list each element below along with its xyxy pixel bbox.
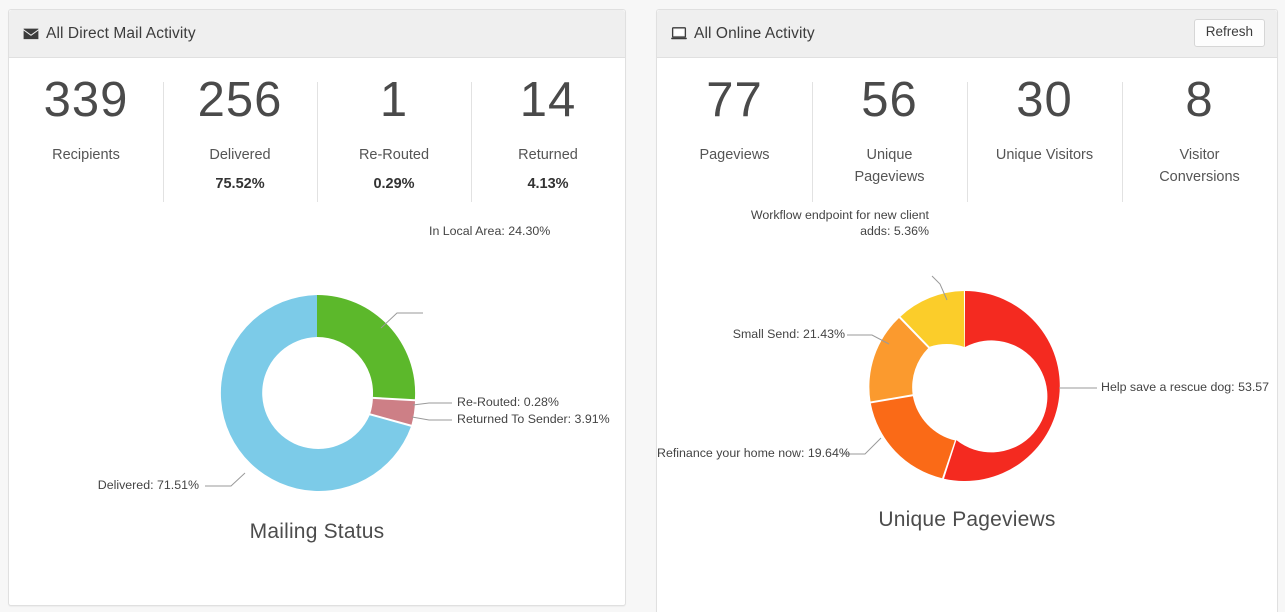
stat-recipients-value: 339 — [43, 73, 129, 127]
desktop-icon — [671, 27, 687, 40]
stat-delivered-value: 256 — [197, 73, 283, 127]
stat-unique-visitors-value: 30 — [1016, 73, 1073, 127]
stat-unique-pageviews-label: Unique Pageviews — [854, 147, 925, 186]
stat-visitor-conversions: 8 Visitor Conversions — [1122, 76, 1277, 208]
direct-mail-activity-panel: All Direct Mail Activity 339 Recipients … — [8, 9, 626, 606]
stat-pageviews-value: 77 — [706, 73, 763, 127]
stat-re-routed-value: 1 — [379, 73, 409, 127]
online-activity-panel: All Online Activity Refresh 77 Pageviews… — [656, 9, 1278, 612]
dashboard-root: All Direct Mail Activity 339 Recipients … — [0, 0, 1285, 612]
stat-returned-percent: 4.13% — [527, 176, 569, 193]
label-refinance-your-home-now: Refinance your home now: 19.64% — [657, 446, 850, 460]
stat-returned-label: Returned — [518, 147, 578, 163]
stat-recipients-label: Recipients — [52, 147, 120, 163]
stat-re-routed-percent: 0.29% — [373, 176, 415, 193]
stat-unique-visitors-label: Unique Visitors — [995, 147, 1094, 163]
stat-unique-visitors: 30 Unique Visitors — [967, 76, 1122, 208]
direct-mail-panel-title: All Direct Mail Activity — [23, 25, 196, 43]
unique-pageviews-chart-title: Unique Pageviews — [878, 508, 1056, 531]
stat-delivered: 256 Delivered 75.52% — [163, 76, 317, 208]
label-returned-to-sender: Returned To Sender: 3.91% — [457, 412, 610, 426]
stat-pageviews-label: Pageviews — [699, 147, 770, 163]
stat-re-routed: 1 Re-Routed 0.29% — [317, 76, 471, 208]
direct-mail-panel-title-text: All Direct Mail Activity — [46, 24, 196, 42]
stat-unique-pageviews-value: 56 — [861, 73, 918, 127]
label-delivered: Delivered: 71.51% — [97, 478, 199, 492]
label-workflow-endpoint: Workflow endpoint for new client adds: 5… — [750, 208, 929, 238]
stat-visitor-conversions-value: 8 — [1185, 73, 1214, 127]
slice-refinance-your-home-now[interactable] — [870, 396, 955, 479]
online-activity-stats-row: 77 Pageviews 56 Unique Pageviews 30 Uniqu… — [657, 58, 1277, 208]
mailing-status-donut[interactable] — [9, 208, 625, 563]
stat-re-routed-label: Re-Routed — [358, 147, 430, 163]
label-re-routed: Re-Routed: 0.28% — [457, 395, 559, 409]
stat-returned: 14 Returned 4.13% — [471, 76, 625, 208]
slice-in-local-area[interactable] — [317, 294, 416, 400]
direct-mail-panel-header: All Direct Mail Activity — [9, 10, 625, 58]
direct-mail-stats-row: 339 Recipients 256 Delivered 75.52% 1 Re… — [9, 58, 625, 208]
label-help-save-a-rescue-dog: Help save a rescue dog: 53.57 — [1101, 380, 1270, 394]
stat-visitor-conversions-label: Visitor Conversions — [1159, 147, 1240, 186]
stat-pageviews: 77 Pageviews — [657, 76, 812, 208]
stat-delivered-percent: 75.52% — [215, 176, 265, 193]
online-activity-panel-title: All Online Activity — [671, 25, 815, 43]
refresh-button[interactable]: Refresh — [1193, 19, 1265, 47]
envelope-icon — [23, 28, 39, 40]
online-activity-panel-header: All Online Activity Refresh — [657, 10, 1277, 58]
online-activity-panel-title-text: All Online Activity — [694, 24, 815, 42]
label-in-local-area: In Local Area: 24.30% — [429, 224, 551, 238]
stat-returned-value: 14 — [519, 73, 577, 127]
stat-delivered-label: Delivered — [209, 147, 271, 163]
unique-pageviews-chart: Workflow endpoint for new client adds: 5… — [657, 208, 1277, 588]
stat-unique-pageviews: 56 Unique Pageviews — [812, 76, 967, 208]
label-small-send: Small Send: 21.43% — [732, 327, 845, 341]
mailing-status-chart: In Local Area: 24.30% Re-Routed: 0.28% R… — [9, 208, 625, 563]
mailing-status-chart-title: Mailing Status — [249, 520, 385, 543]
stat-recipients: 339 Recipients — [9, 76, 163, 208]
